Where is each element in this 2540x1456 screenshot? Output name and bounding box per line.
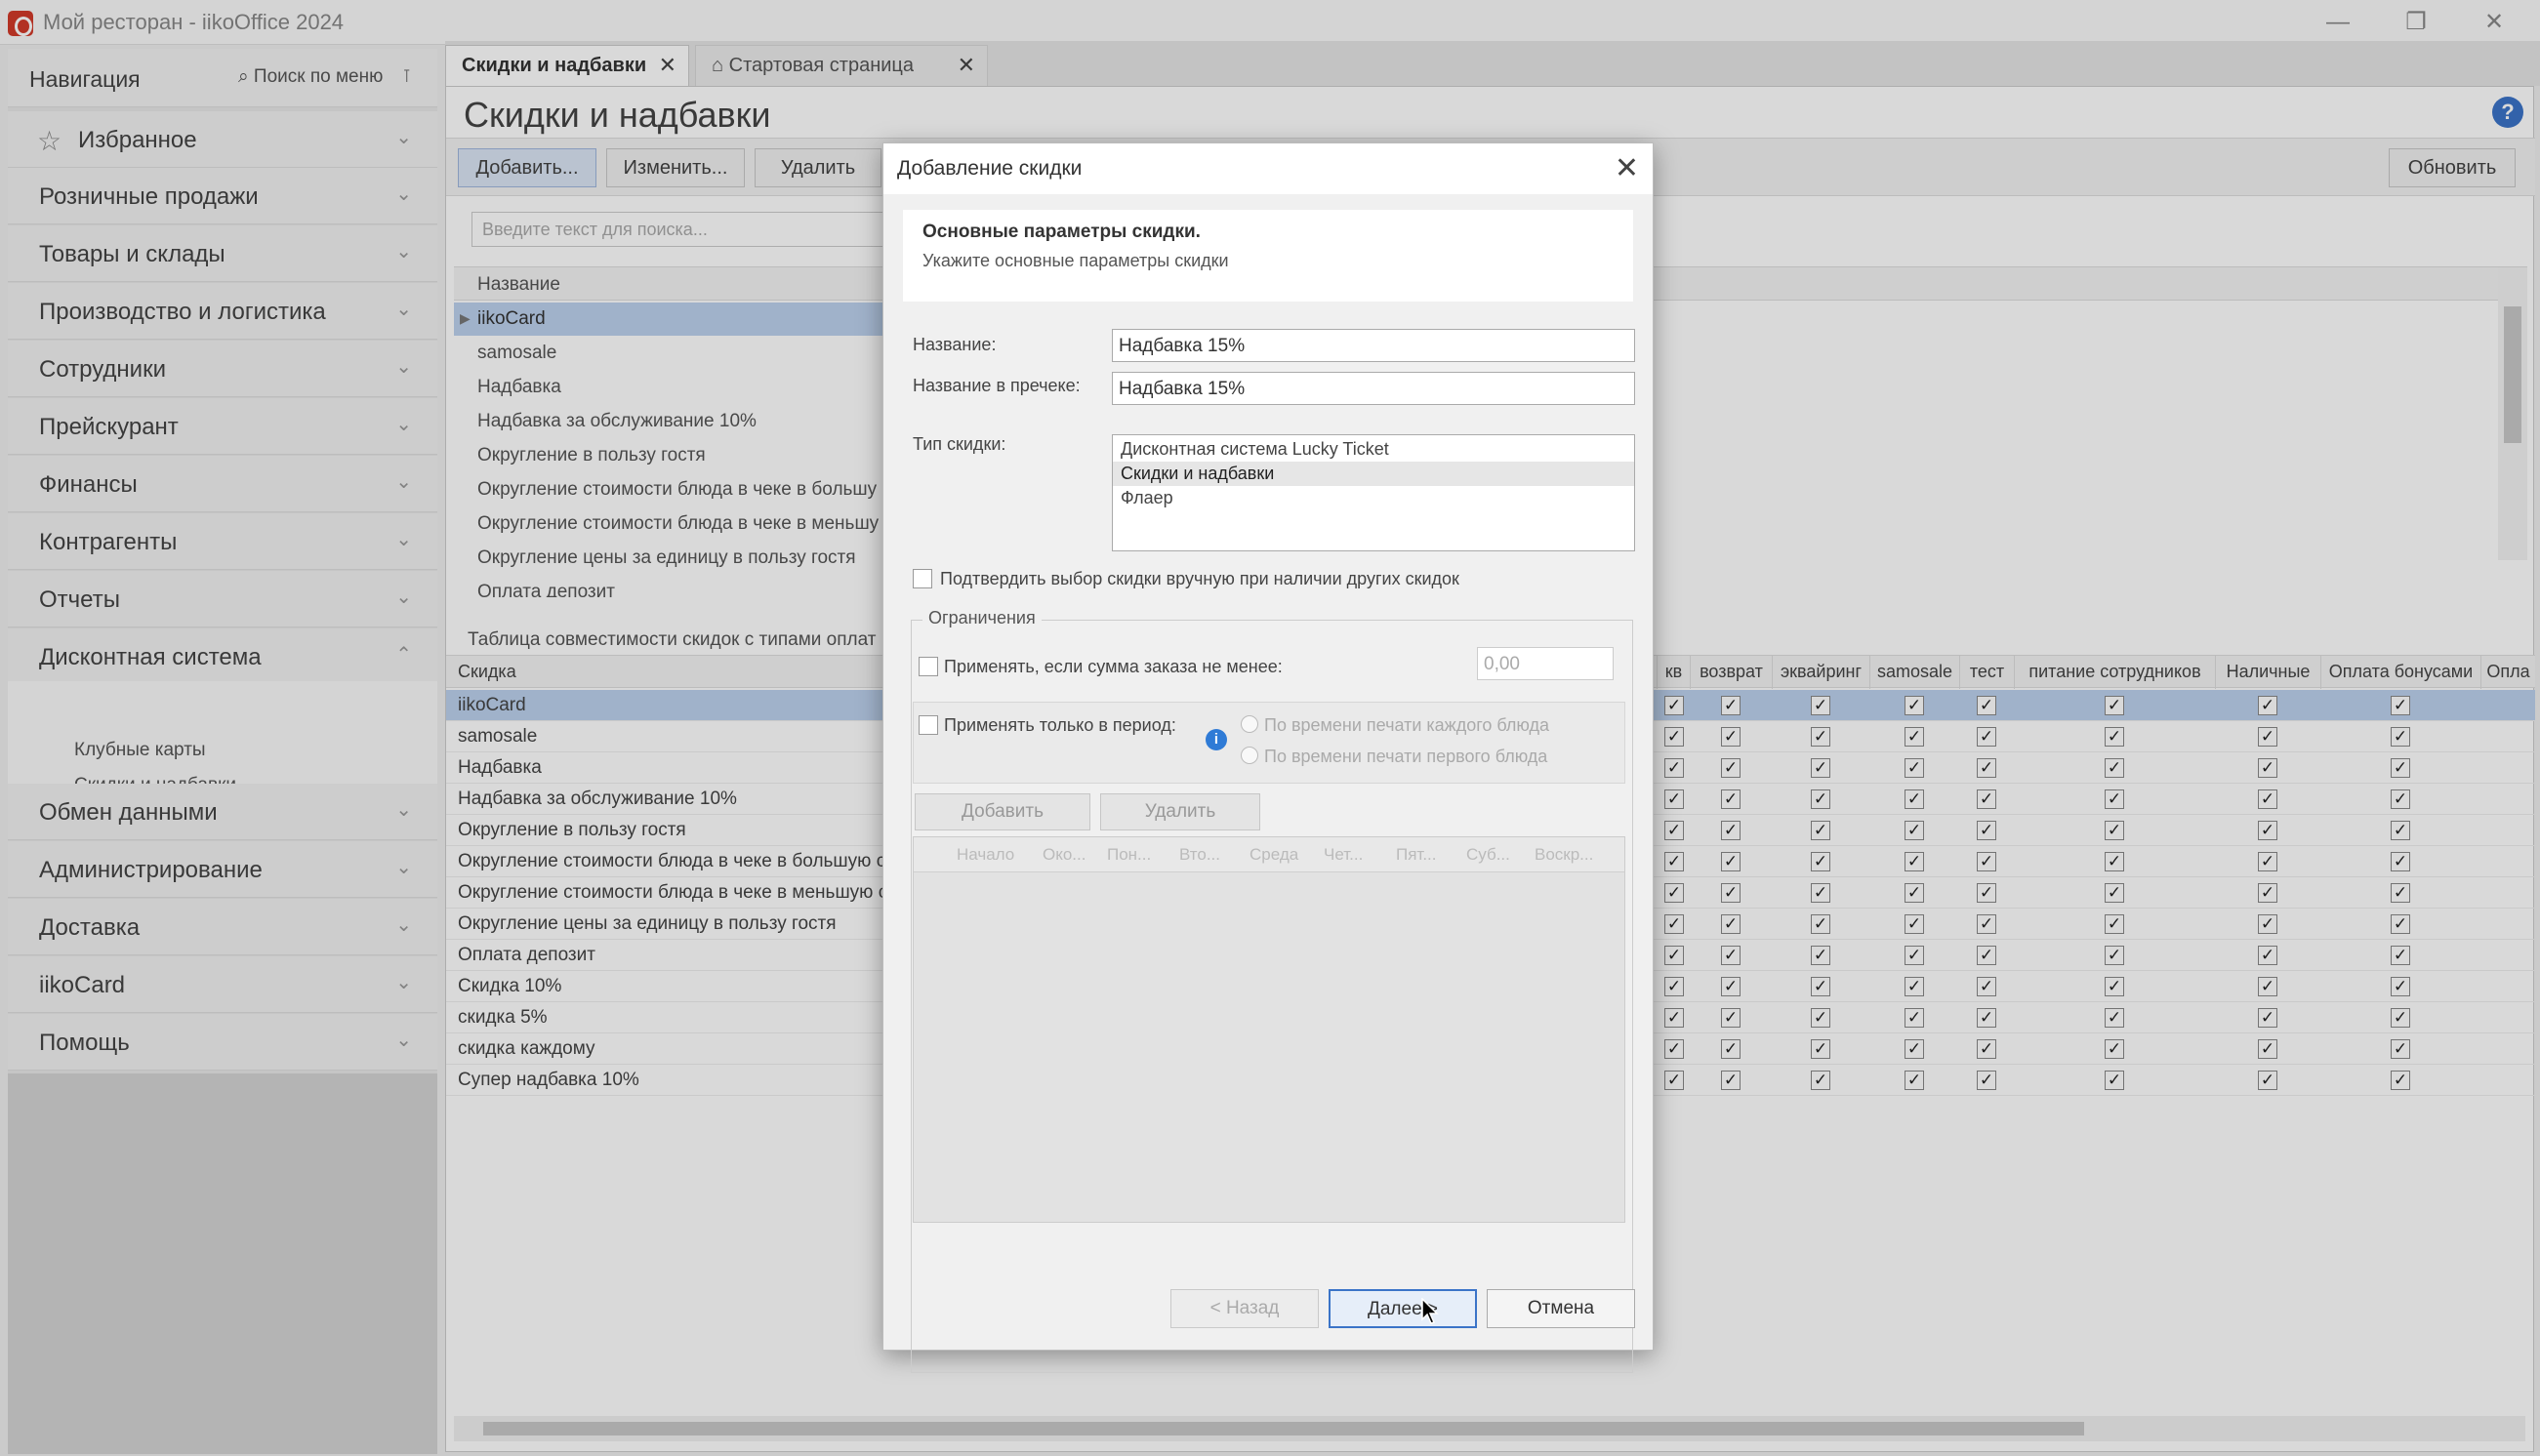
- type-option[interactable]: Скидки и надбавки: [1113, 462, 1634, 486]
- column-header: Вто...: [1179, 845, 1220, 864]
- min-sum-checkbox[interactable]: [919, 657, 938, 676]
- period-add-button[interactable]: Добавить: [915, 793, 1090, 830]
- column-header: Воскр...: [1535, 845, 1594, 864]
- min-sum-field[interactable]: 0,00: [1477, 647, 1614, 680]
- radio-first-dish[interactable]: [1241, 747, 1258, 764]
- min-sum-label: Применять, если сумма заказа не менее:: [944, 657, 1283, 676]
- dialog-subheading: Укажите основные параметры скидки: [922, 251, 1229, 270]
- radio-first-dish-label: По времени печати первого блюда: [1264, 747, 1548, 766]
- name-field[interactable]: Надбавка 15%: [1112, 329, 1635, 362]
- type-option[interactable]: Флаер: [1113, 486, 1634, 510]
- column-header: Суб...: [1466, 845, 1510, 864]
- dialog-titlebar: Добавление скидки ✕: [883, 143, 1653, 194]
- period-table-header: Начало Око... Пон... Вто... Среда Чет...…: [914, 837, 1624, 872]
- dialog-title: Добавление скидки: [897, 157, 1083, 180]
- discount-type-list[interactable]: Дисконтная система Lucky Ticket Скидки и…: [1112, 434, 1635, 551]
- info-icon[interactable]: i: [1206, 729, 1227, 750]
- add-discount-dialog: Добавление скидки ✕ Основные параметры с…: [882, 142, 1654, 1373]
- type-label: Тип скидки:: [913, 434, 1006, 454]
- type-option[interactable]: Дисконтная система Lucky Ticket: [1113, 437, 1634, 462]
- back-button[interactable]: < Назад: [1170, 1289, 1319, 1328]
- close-icon[interactable]: ✕: [1615, 151, 1639, 185]
- column-header: Пон...: [1107, 845, 1152, 864]
- receipt-name-field[interactable]: Надбавка 15%: [1112, 372, 1635, 405]
- period-delete-button[interactable]: Удалить: [1100, 793, 1260, 830]
- period-checkbox[interactable]: [919, 715, 938, 735]
- radio-each-dish-label: По времени печати каждого блюда: [1264, 715, 1550, 735]
- name-label: Название:: [913, 335, 997, 354]
- receipt-name-label: Название в пречеке:: [913, 376, 1081, 395]
- confirm-label: Подтвердить выбор скидки вручную при нал…: [940, 569, 1459, 588]
- column-header: Око...: [1043, 845, 1086, 864]
- column-header: Чет...: [1324, 845, 1364, 864]
- period-panel: [913, 702, 1625, 784]
- column-header: Среда: [1250, 845, 1299, 864]
- mouse-cursor-icon: [1421, 1298, 1439, 1324]
- column-header: Начало: [957, 845, 1015, 864]
- period-label: Применять только в период:: [944, 715, 1176, 735]
- cancel-button[interactable]: Отмена: [1487, 1289, 1635, 1328]
- next-button[interactable]: Далее >: [1329, 1289, 1477, 1328]
- limits-title: Ограничения: [922, 608, 1042, 628]
- dialog-heading: Основные параметры скидки.: [922, 222, 1201, 242]
- radio-each-dish[interactable]: [1241, 715, 1258, 733]
- column-header: Пят...: [1396, 845, 1437, 864]
- period-table: Начало Око... Пон... Вто... Среда Чет...…: [913, 836, 1625, 1223]
- confirm-checkbox[interactable]: [913, 569, 932, 588]
- dialog-header-panel: Основные параметры скидки. Укажите основ…: [903, 210, 1633, 302]
